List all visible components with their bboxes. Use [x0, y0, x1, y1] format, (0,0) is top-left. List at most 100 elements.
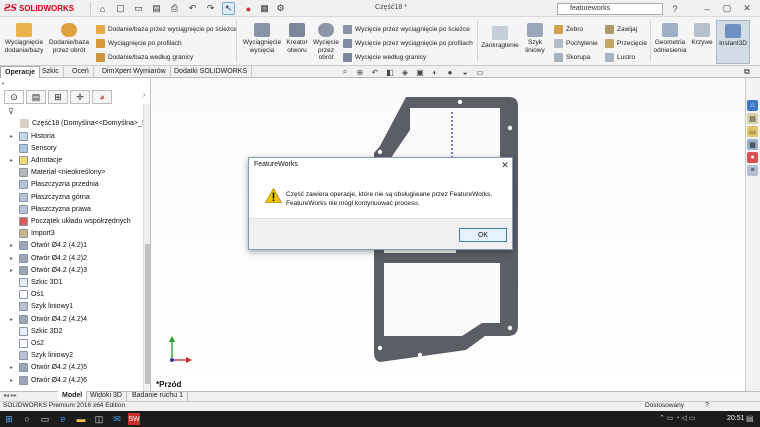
- tree-item[interactable]: Sensory: [10, 142, 57, 154]
- search-input[interactable]: featureworks: [557, 3, 663, 15]
- tab-dodatki[interactable]: Dodatki SOLIDWORKS: [170, 66, 253, 78]
- tree-item[interactable]: Szyk liniowy2: [10, 350, 73, 362]
- zoom-to-fit-icon[interactable]: ⌕: [340, 67, 350, 77]
- design-library-icon[interactable]: ▦: [747, 139, 758, 150]
- tree-item[interactable]: Oś1: [10, 289, 44, 301]
- expand-arrow-icon[interactable]: ▸: [10, 364, 16, 371]
- expand-arrow-icon[interactable]: ▸: [10, 157, 16, 164]
- maximize-button[interactable]: ▢: [720, 2, 734, 15]
- new-document-icon[interactable]: ▢: [114, 2, 127, 15]
- draft-button[interactable]: Pochylenie: [554, 39, 598, 48]
- view-orientation-icon[interactable]: ◈: [400, 67, 410, 77]
- search-taskbar-icon[interactable]: ○: [21, 413, 33, 425]
- dialog-close-icon[interactable]: ✕: [498, 159, 512, 171]
- file-properties-icon[interactable]: ▦: [258, 2, 271, 15]
- wrap-button[interactable]: Zawijaj: [605, 25, 637, 34]
- redo-icon[interactable]: ↷: [204, 2, 217, 15]
- tree-item[interactable]: ▸ Otwór Ø4.2 (4.2)6: [10, 374, 87, 386]
- tree-item[interactable]: ▸ Otwór Ø4.2 (4.2)2: [10, 252, 87, 264]
- tray-icons[interactable]: ⌃ ▭ ◔ ◁ ▭: [659, 414, 695, 422]
- tree-item[interactable]: Oś2: [10, 337, 44, 349]
- clock[interactable]: 20:51: [727, 411, 745, 427]
- property-manager-tab-icon[interactable]: ▤: [26, 90, 46, 104]
- panel-collapse-icon[interactable]: ▸: [2, 80, 5, 87]
- intersect-button[interactable]: Przecięcie: [605, 39, 647, 48]
- close-button[interactable]: ✕: [740, 2, 754, 15]
- minimize-button[interactable]: –: [700, 2, 714, 15]
- tree-item[interactable]: ▸ Otwór Ø4.2 (4.2)3: [10, 264, 87, 276]
- tree-item[interactable]: Początek układu współrzędnych: [10, 215, 131, 227]
- tree-item[interactable]: Import3: [10, 228, 55, 240]
- swept-boss-button[interactable]: Dodanie/baza przez wyciągnięcie po ścież…: [96, 25, 237, 34]
- undo-icon[interactable]: ↶: [186, 2, 199, 15]
- solidworks-logo[interactable]: ƧS SOLIDWORKS: [4, 3, 74, 14]
- mirror-button[interactable]: Lustro: [605, 53, 635, 62]
- tree-item[interactable]: Płaszczyzna przednia: [10, 179, 99, 191]
- expand-arrow-icon[interactable]: ▸: [10, 255, 16, 262]
- tab-ocen[interactable]: Oceń: [68, 66, 94, 78]
- linear-pattern-button[interactable]: Szyk liniowy: [522, 23, 548, 54]
- help-icon[interactable]: ?: [668, 2, 682, 15]
- help-status-icon[interactable]: ?: [705, 401, 709, 411]
- revolve-boss-button[interactable]: Dodanie/baza przez obrót: [48, 23, 90, 54]
- tab-widoki-3d[interactable]: Widoki 3D: [86, 391, 127, 401]
- ok-button[interactable]: OK: [459, 228, 507, 242]
- shell-button[interactable]: Skorupa: [554, 53, 590, 62]
- view-settings-icon[interactable]: ▭: [475, 67, 485, 77]
- tree-item[interactable]: Płaszczyzna górna: [10, 191, 90, 203]
- reference-geometry-button[interactable]: Geometria odniesienia: [652, 23, 688, 54]
- instant3d-button[interactable]: Instant3D: [716, 20, 750, 64]
- tab-operacje[interactable]: Operacje: [0, 66, 40, 78]
- display-style-icon[interactable]: ▣: [415, 67, 425, 77]
- tree-item[interactable]: ▸ Adnotacje: [10, 154, 62, 166]
- hole-wizard-button[interactable]: Kreator otworu: [284, 23, 310, 54]
- tree-item[interactable]: ▸ Historia: [10, 130, 55, 142]
- hide-show-icon[interactable]: ◐: [430, 67, 440, 77]
- expand-arrow-icon[interactable]: ▸: [10, 133, 16, 140]
- tree-item[interactable]: ▸ Otwór Ø4.2 (4.2)1: [10, 240, 87, 252]
- solidworks-taskbar-icon[interactable]: SW: [128, 413, 140, 425]
- scrollbar-thumb[interactable]: [145, 244, 150, 384]
- previous-view-icon[interactable]: ↶: [370, 67, 380, 77]
- task-view-icon[interactable]: ▭: [39, 413, 51, 425]
- restore-icon[interactable]: ⧉: [744, 67, 750, 77]
- extrude-boss-button[interactable]: Wyciągnięcie dodania/bazy: [4, 23, 44, 54]
- tree-item[interactable]: ▸ Otwór Ø4.2 (4.2)4: [10, 313, 87, 325]
- tree-item[interactable]: Szyk liniowy1: [10, 301, 73, 313]
- lofted-cut-button[interactable]: Wycięcie przez wyciągnięcie po profilach: [343, 39, 473, 48]
- boundary-cut-button[interactable]: Wycięcie według granicy: [343, 53, 426, 62]
- tree-root[interactable]: Część18 (Domyślna<<Domyślna>_St: [20, 117, 149, 129]
- swept-cut-button[interactable]: Wycięcie przez wyciągnięcie po ścieżce: [343, 25, 470, 34]
- panel-expand-icon[interactable]: ›: [143, 92, 145, 99]
- tab-model[interactable]: Model: [58, 391, 88, 401]
- configuration-tab-icon[interactable]: ⊞: [48, 90, 68, 104]
- rebuild-icon[interactable]: ●: [242, 2, 255, 15]
- revolved-cut-button[interactable]: Wycięcie przez obrót: [312, 23, 340, 62]
- lofted-boss-button[interactable]: Wyciągnięcie po profilach: [96, 39, 182, 48]
- section-view-icon[interactable]: ◧: [385, 67, 395, 77]
- custom-properties-icon[interactable]: ≡: [747, 165, 758, 176]
- tab-dimxpert[interactable]: DimXpert Wymiarów: [98, 66, 171, 78]
- select-cursor-icon[interactable]: ↖: [222, 2, 235, 15]
- windows-start-icon[interactable]: ⊞: [3, 413, 15, 425]
- curves-button[interactable]: Krzywe: [690, 23, 714, 47]
- tree-item[interactable]: Materiał <nieokreślony>: [10, 167, 105, 179]
- appearances-icon[interactable]: ●: [747, 152, 758, 163]
- tree-item[interactable]: Szkic 3D2: [10, 325, 63, 337]
- home-icon[interactable]: ⌂: [96, 2, 109, 15]
- zoom-area-icon[interactable]: ⊕: [355, 67, 365, 77]
- notifications-icon[interactable]: ▤: [746, 414, 754, 423]
- mail-icon[interactable]: ✉: [111, 413, 123, 425]
- filter-icon[interactable]: ⊽: [8, 107, 14, 116]
- print-icon[interactable]: ⎙: [168, 2, 181, 15]
- expand-arrow-icon[interactable]: ▸: [10, 316, 16, 323]
- tree-item[interactable]: Szkic 3D1: [10, 276, 63, 288]
- feature-tree-tab-icon[interactable]: ⊙: [4, 90, 24, 104]
- rib-button[interactable]: Żebro: [554, 25, 583, 34]
- dimxpert-tab-icon[interactable]: ✛: [70, 90, 90, 104]
- open-folder-icon[interactable]: ▭: [132, 2, 145, 15]
- home-pane-icon[interactable]: ⌂: [747, 100, 758, 111]
- edge-icon[interactable]: e: [57, 413, 69, 425]
- save-icon[interactable]: ▤: [150, 2, 163, 15]
- resources-icon[interactable]: ▤: [747, 113, 758, 124]
